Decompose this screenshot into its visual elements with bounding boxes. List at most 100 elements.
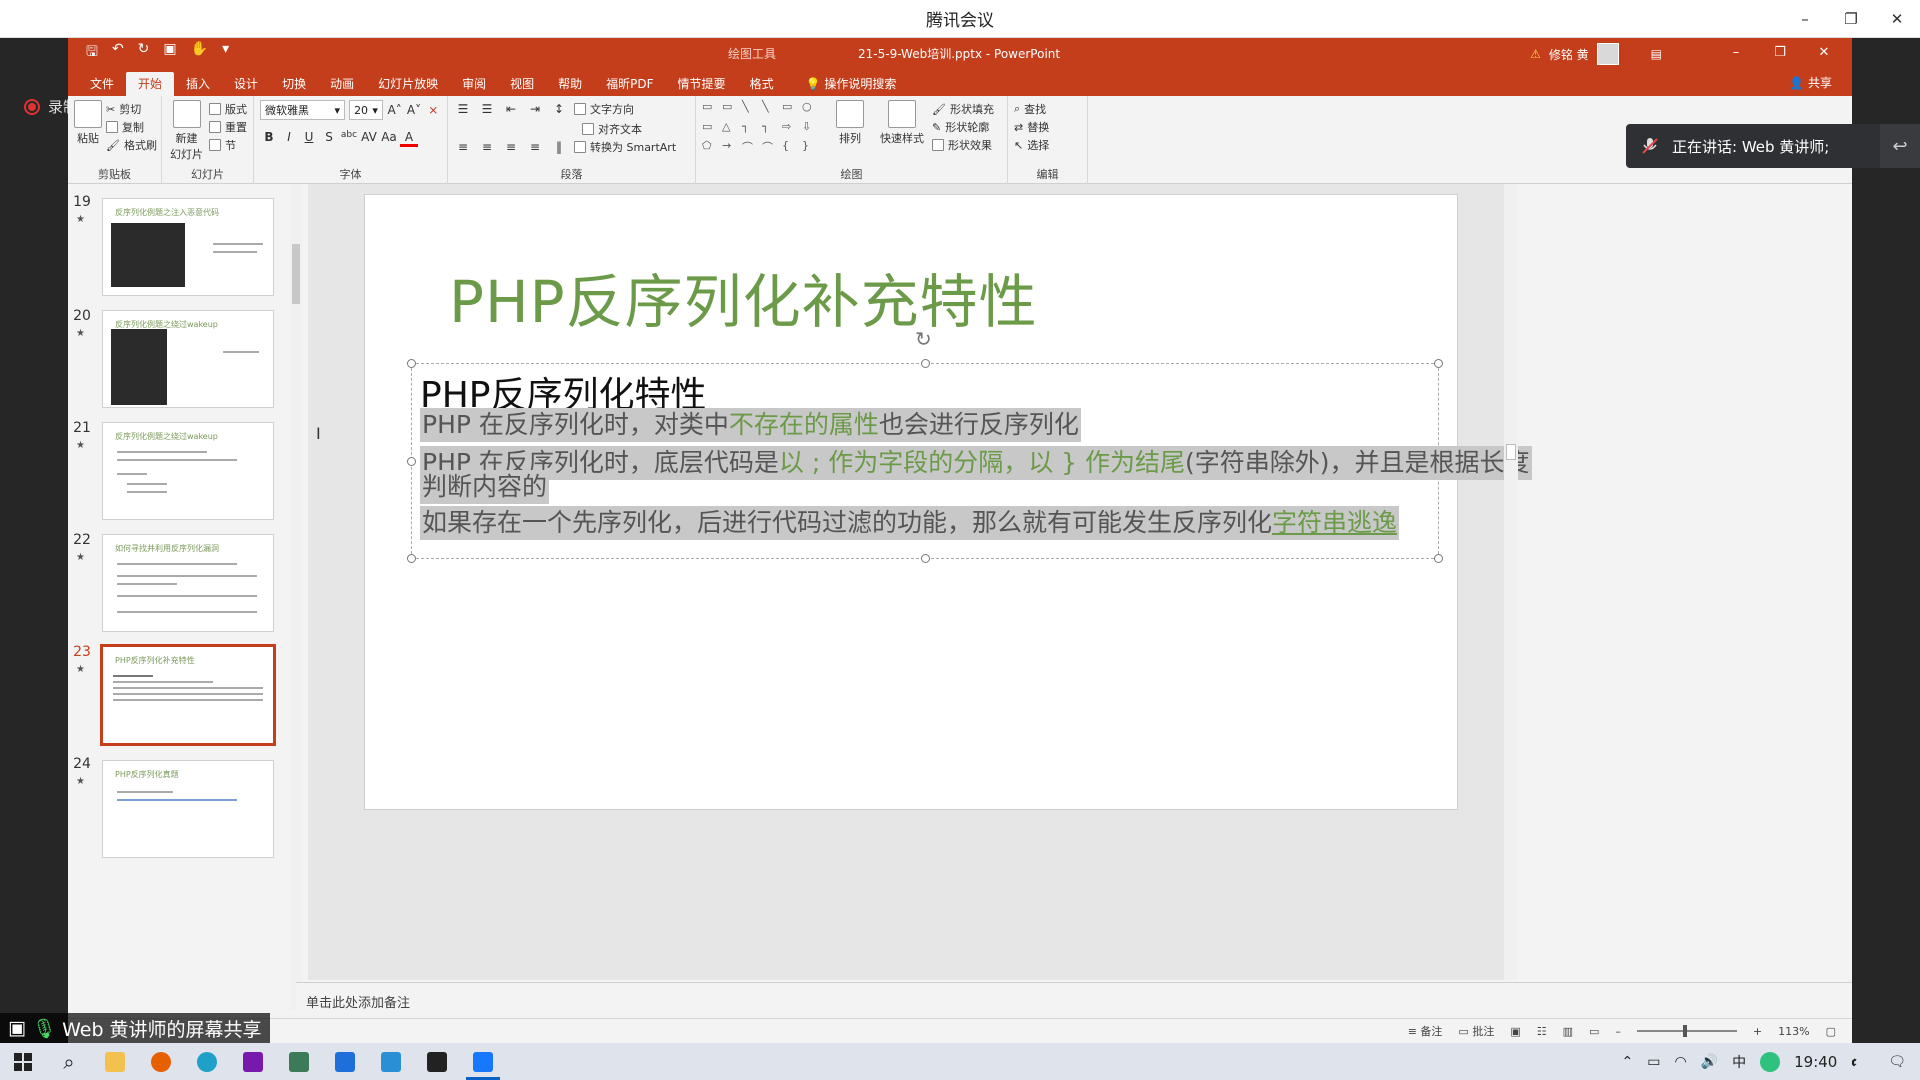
notes-pane[interactable]: 单击此处添加备注 — [296, 982, 1852, 1016]
slide-thumbnail[interactable]: 反序列化例题之注入恶意代码 — [102, 198, 274, 296]
change-case-icon[interactable]: Aa — [380, 130, 398, 147]
shape-effects-button[interactable]: 形状效果 — [932, 136, 994, 154]
font-size-select[interactable]: 20 ▾ — [349, 100, 383, 120]
undo-icon[interactable]: ↶ — [112, 41, 124, 65]
columns-icon[interactable]: ‖ — [550, 140, 568, 154]
ppt-restore-button[interactable]: ❐ — [1758, 38, 1802, 68]
edge-icon[interactable] — [184, 1043, 230, 1080]
battery-icon[interactable]: ▭ — [1647, 1054, 1660, 1070]
grow-font-icon[interactable]: A˄ — [387, 103, 402, 117]
increase-indent-icon[interactable]: ⇥ — [526, 102, 544, 116]
resize-handle[interactable] — [407, 457, 416, 466]
new-slide-button[interactable]: 新建 幻灯片 — [168, 100, 205, 162]
align-center-icon[interactable]: ≡ — [478, 140, 496, 154]
tab-foxit-pdf[interactable]: 福昕PDF — [594, 72, 665, 96]
firefox-icon[interactable] — [138, 1043, 184, 1080]
app-tray-icon[interactable] — [1760, 1051, 1781, 1072]
bold-icon[interactable]: B — [260, 130, 278, 147]
decrease-indent-icon[interactable]: ⇤ — [502, 102, 520, 116]
resize-handle[interactable] — [407, 554, 416, 563]
strikethrough-icon[interactable]: abc — [340, 130, 358, 147]
shape-fill-button[interactable]: 🖌 形状填充 — [932, 100, 994, 118]
slide-canvas[interactable]: PHP反序列化补充特性 ↻ PHP反序列化特性 PHP 在反序列化时，对类中不存… — [364, 194, 1532, 810]
zoom-level[interactable]: 113% — [1778, 1025, 1809, 1038]
collapse-arrow-icon[interactable]: ↩ — [1880, 124, 1920, 168]
app-window-icon[interactable] — [368, 1043, 414, 1080]
align-text-button[interactable]: 对齐文本 — [582, 120, 642, 138]
font-family-select[interactable]: 微软雅黑 ▾ — [260, 100, 346, 120]
close-button[interactable]: ✕ — [1874, 0, 1920, 38]
tab-storyboard[interactable]: 情节提要 — [666, 72, 738, 96]
shadow-icon[interactable]: S — [320, 130, 338, 147]
save-icon[interactable]: 🖫 — [86, 41, 98, 65]
tab-transitions[interactable]: 切换 — [270, 72, 318, 96]
slide-thumbnail[interactable]: PHP反序列化真题 — [102, 760, 274, 858]
tab-file[interactable]: 文件 — [78, 72, 126, 96]
tab-slideshow[interactable]: 幻灯片放映 — [366, 72, 450, 96]
volume-icon[interactable]: 🔊 — [1701, 1054, 1718, 1070]
resize-handle[interactable] — [921, 359, 930, 368]
shapes-gallery[interactable]: ▭ ▭ ╲ ╲ ▭ ○ ▭ △ ┐ ┐ ⇨ ⇩ ⬠ → ⌒ ⌒{} — [702, 100, 822, 160]
convert-smartart-button[interactable]: 转换为 SmartArt — [574, 138, 676, 156]
minimize-button[interactable]: – — [1782, 0, 1828, 38]
align-left-icon[interactable]: ≡ — [454, 140, 472, 154]
slide-title[interactable]: PHP反序列化补充特性 — [449, 255, 1038, 339]
notes-placeholder[interactable]: 单击此处添加备注 — [306, 992, 410, 1011]
sorter-view-icon[interactable]: ☷ — [1537, 1025, 1547, 1038]
reset-button[interactable]: 重置 — [209, 118, 247, 136]
bullets-icon[interactable]: ☰ — [454, 102, 472, 116]
file-explorer-icon[interactable] — [92, 1043, 138, 1080]
chevron-up-icon[interactable]: ⌃ — [1622, 1054, 1634, 1070]
tab-insert[interactable]: 插入 — [174, 72, 222, 96]
tab-view[interactable]: 视图 — [498, 72, 546, 96]
tab-review[interactable]: 审阅 — [450, 72, 498, 96]
tell-me-search[interactable]: 💡 操作说明搜索 — [806, 72, 897, 96]
ppt-minimize-button[interactable]: – — [1714, 38, 1758, 68]
editor-scrollbar[interactable] — [1504, 184, 1518, 980]
underline-icon[interactable]: U — [300, 130, 318, 147]
resize-handle[interactable] — [1434, 359, 1443, 368]
presentation-icon[interactable]: ▣ — [163, 41, 176, 65]
redo-icon[interactable]: ↻ — [138, 41, 150, 65]
app-p-icon[interactable] — [322, 1043, 368, 1080]
share-button[interactable]: 👤 共享 — [1789, 74, 1832, 91]
find-button[interactable]: ⌕ 查找 — [1014, 100, 1081, 118]
start-button[interactable] — [0, 1043, 46, 1080]
fit-slide-icon[interactable]: ▢ — [1826, 1025, 1836, 1038]
app-notes-icon[interactable] — [414, 1043, 460, 1080]
ppt-close-button[interactable]: ✕ — [1802, 38, 1846, 68]
text-direction-button[interactable]: 文字方向 — [574, 100, 634, 118]
format-painter-button[interactable]: 🖌 格式刷 — [106, 136, 157, 154]
app-gear-icon[interactable] — [276, 1043, 322, 1080]
zoom-in-icon[interactable]: + — [1753, 1025, 1762, 1038]
align-right-icon[interactable]: ≡ — [502, 140, 520, 154]
resize-handle[interactable] — [1434, 554, 1443, 563]
tab-animations[interactable]: 动画 — [318, 72, 366, 96]
spacing-icon[interactable]: AV — [360, 130, 378, 147]
arrange-button[interactable]: 排列 — [828, 100, 872, 160]
notification-icon[interactable]: 🗨 — [1888, 1054, 1906, 1070]
content-textbox[interactable]: PHP反序列化特性 PHP 在反序列化时，对类中不存在的属性也会进行反序列化 P… — [407, 359, 1532, 563]
thumbnails-scrollbar[interactable] — [290, 184, 302, 1010]
tab-format[interactable]: 格式 — [738, 72, 786, 96]
justify-icon[interactable]: ≡ — [526, 140, 544, 154]
slide-thumbnail[interactable]: 反序列化例题之绕过wakeup — [102, 422, 274, 520]
slide-thumbnail[interactable]: 反序列化例题之绕过wakeup — [102, 310, 274, 408]
slideshow-view-icon[interactable]: ▭ — [1589, 1025, 1599, 1038]
numbering-icon[interactable]: ☰ — [478, 102, 496, 116]
tab-design[interactable]: 设计 — [222, 72, 270, 96]
customize-qat-icon[interactable]: ▾ — [222, 41, 229, 65]
resize-handle[interactable] — [921, 554, 930, 563]
select-button[interactable]: ↖ 选择 — [1014, 136, 1081, 154]
replace-button[interactable]: ⇄ 替换 — [1014, 118, 1081, 136]
search-icon[interactable]: ⌕ — [46, 1043, 92, 1080]
line-spacing-icon[interactable]: ↕ — [550, 102, 568, 116]
resize-handle[interactable] — [407, 359, 416, 368]
cut-button[interactable]: ✂ 剪切 — [106, 100, 157, 118]
onenote-icon[interactable] — [230, 1043, 276, 1080]
ribbon-display-icon[interactable]: ▤ — [1651, 47, 1662, 61]
rotate-handle-icon[interactable]: ↻ — [915, 327, 932, 351]
restore-button[interactable]: ❐ — [1828, 0, 1874, 38]
copy-button[interactable]: 复制 — [106, 118, 157, 136]
shape-outline-button[interactable]: ✎ 形状轮廓 — [932, 118, 994, 136]
